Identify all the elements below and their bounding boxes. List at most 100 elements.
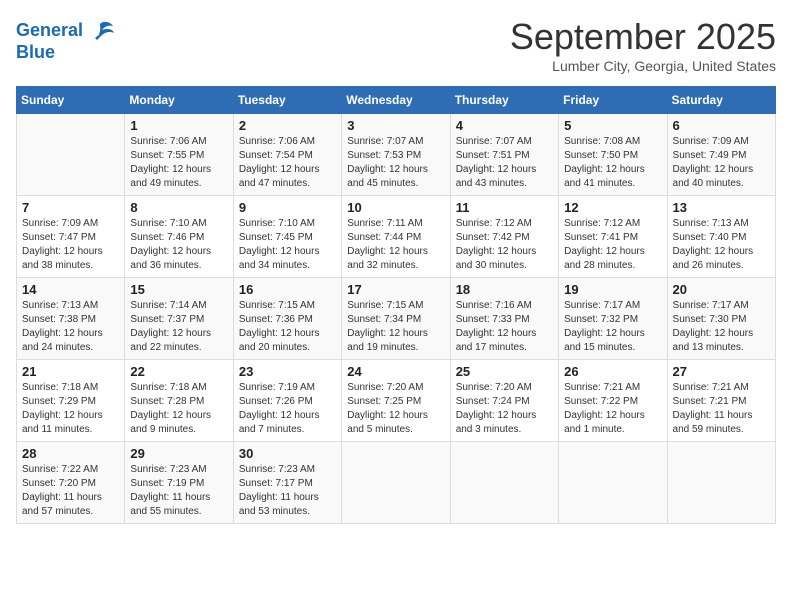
day-info: Sunrise: 7:15 AM Sunset: 7:34 PM Dayligh…: [347, 299, 444, 355]
day-number: 30: [239, 446, 336, 461]
day-number: 3: [347, 118, 444, 133]
day-number: 29: [130, 446, 227, 461]
weekday-header-monday: Monday: [125, 87, 233, 114]
day-number: 21: [22, 364, 119, 379]
day-info: Sunrise: 7:13 AM Sunset: 7:38 PM Dayligh…: [22, 299, 119, 355]
day-number: 22: [130, 364, 227, 379]
location-title: Lumber City, Georgia, United States: [510, 58, 776, 74]
calendar-week-1: 1 Sunrise: 7:06 AM Sunset: 7:55 PM Daylig…: [17, 114, 776, 196]
calendar-cell: 28 Sunrise: 7:22 AM Sunset: 7:20 PM Dayli…: [17, 442, 125, 524]
day-number: 4: [456, 118, 553, 133]
day-number: 19: [564, 282, 661, 297]
day-info: Sunrise: 7:21 AM Sunset: 7:22 PM Dayligh…: [564, 381, 661, 437]
day-number: 23: [239, 364, 336, 379]
calendar-cell: 10 Sunrise: 7:11 AM Sunset: 7:44 PM Dayli…: [342, 196, 450, 278]
day-info: Sunrise: 7:07 AM Sunset: 7:51 PM Dayligh…: [456, 135, 553, 191]
calendar-week-4: 21 Sunrise: 7:18 AM Sunset: 7:29 PM Dayli…: [17, 360, 776, 442]
day-info: Sunrise: 7:18 AM Sunset: 7:29 PM Dayligh…: [22, 381, 119, 437]
day-number: 11: [456, 200, 553, 215]
day-info: Sunrise: 7:12 AM Sunset: 7:42 PM Dayligh…: [456, 217, 553, 273]
logo: General Blue: [16, 16, 115, 64]
day-info: Sunrise: 7:15 AM Sunset: 7:36 PM Dayligh…: [239, 299, 336, 355]
calendar-cell: 12 Sunrise: 7:12 AM Sunset: 7:41 PM Dayli…: [559, 196, 667, 278]
day-number: 7: [22, 200, 119, 215]
day-info: Sunrise: 7:21 AM Sunset: 7:21 PM Dayligh…: [673, 381, 770, 437]
month-title: September 2025: [510, 16, 776, 58]
day-info: Sunrise: 7:19 AM Sunset: 7:26 PM Dayligh…: [239, 381, 336, 437]
day-number: 25: [456, 364, 553, 379]
day-number: 27: [673, 364, 770, 379]
weekday-header-tuesday: Tuesday: [233, 87, 341, 114]
calendar-cell: 15 Sunrise: 7:14 AM Sunset: 7:37 PM Dayli…: [125, 278, 233, 360]
day-number: 15: [130, 282, 227, 297]
calendar-cell: 7 Sunrise: 7:09 AM Sunset: 7:47 PM Daylig…: [17, 196, 125, 278]
day-number: 9: [239, 200, 336, 215]
day-number: 28: [22, 446, 119, 461]
day-number: 1: [130, 118, 227, 133]
calendar-week-2: 7 Sunrise: 7:09 AM Sunset: 7:47 PM Daylig…: [17, 196, 776, 278]
calendar-cell: [667, 442, 775, 524]
day-number: 14: [22, 282, 119, 297]
day-info: Sunrise: 7:09 AM Sunset: 7:49 PM Dayligh…: [673, 135, 770, 191]
day-info: Sunrise: 7:09 AM Sunset: 7:47 PM Dayligh…: [22, 217, 119, 273]
calendar-cell: 19 Sunrise: 7:17 AM Sunset: 7:32 PM Dayli…: [559, 278, 667, 360]
day-number: 17: [347, 282, 444, 297]
calendar-cell: [559, 442, 667, 524]
weekday-header-sunday: Sunday: [17, 87, 125, 114]
calendar-cell: 29 Sunrise: 7:23 AM Sunset: 7:19 PM Dayli…: [125, 442, 233, 524]
day-info: Sunrise: 7:16 AM Sunset: 7:33 PM Dayligh…: [456, 299, 553, 355]
weekday-header-friday: Friday: [559, 87, 667, 114]
weekday-header-saturday: Saturday: [667, 87, 775, 114]
calendar-cell: 5Sunrise: 7:08 AM Sunset: 7:50 PM Daylig…: [559, 114, 667, 196]
day-number: 20: [673, 282, 770, 297]
calendar-cell: 1 Sunrise: 7:06 AM Sunset: 7:55 PM Daylig…: [125, 114, 233, 196]
calendar-week-3: 14 Sunrise: 7:13 AM Sunset: 7:38 PM Dayli…: [17, 278, 776, 360]
calendar-cell: 21 Sunrise: 7:18 AM Sunset: 7:29 PM Dayli…: [17, 360, 125, 442]
day-info: Sunrise: 7:06 AM Sunset: 7:55 PM Dayligh…: [130, 135, 227, 191]
calendar-cell: 4 Sunrise: 7:07 AM Sunset: 7:51 PM Daylig…: [450, 114, 558, 196]
calendar-cell: 8Sunrise: 7:10 AM Sunset: 7:46 PM Daylig…: [125, 196, 233, 278]
header-row: SundayMondayTuesdayWednesdayThursdayFrid…: [17, 87, 776, 114]
logo-subtext: Blue: [16, 42, 55, 64]
logo-bird-icon: [85, 16, 115, 46]
day-info: Sunrise: 7:18 AM Sunset: 7:28 PM Dayligh…: [130, 381, 227, 437]
title-area: September 2025 Lumber City, Georgia, Uni…: [510, 16, 776, 74]
weekday-header-wednesday: Wednesday: [342, 87, 450, 114]
calendar-cell: 2Sunrise: 7:06 AM Sunset: 7:54 PM Daylig…: [233, 114, 341, 196]
day-number: 18: [456, 282, 553, 297]
day-number: 13: [673, 200, 770, 215]
day-number: 12: [564, 200, 661, 215]
calendar-cell: 13Sunrise: 7:13 AM Sunset: 7:40 PM Dayli…: [667, 196, 775, 278]
day-info: Sunrise: 7:23 AM Sunset: 7:17 PM Dayligh…: [239, 463, 336, 519]
day-info: Sunrise: 7:07 AM Sunset: 7:53 PM Dayligh…: [347, 135, 444, 191]
day-info: Sunrise: 7:12 AM Sunset: 7:41 PM Dayligh…: [564, 217, 661, 273]
day-info: Sunrise: 7:08 AM Sunset: 7:50 PM Dayligh…: [564, 135, 661, 191]
calendar-cell: 26 Sunrise: 7:21 AM Sunset: 7:22 PM Dayli…: [559, 360, 667, 442]
calendar-cell: 14 Sunrise: 7:13 AM Sunset: 7:38 PM Dayli…: [17, 278, 125, 360]
day-info: Sunrise: 7:20 AM Sunset: 7:24 PM Dayligh…: [456, 381, 553, 437]
day-number: 8: [130, 200, 227, 215]
day-number: 6: [673, 118, 770, 133]
calendar-week-5: 28 Sunrise: 7:22 AM Sunset: 7:20 PM Dayli…: [17, 442, 776, 524]
day-number: 26: [564, 364, 661, 379]
calendar-cell: [342, 442, 450, 524]
day-number: 16: [239, 282, 336, 297]
day-info: Sunrise: 7:11 AM Sunset: 7:44 PM Dayligh…: [347, 217, 444, 273]
day-info: Sunrise: 7:22 AM Sunset: 7:20 PM Dayligh…: [22, 463, 119, 519]
day-number: 10: [347, 200, 444, 215]
day-info: Sunrise: 7:23 AM Sunset: 7:19 PM Dayligh…: [130, 463, 227, 519]
calendar-cell: 30 Sunrise: 7:23 AM Sunset: 7:17 PM Dayli…: [233, 442, 341, 524]
day-info: Sunrise: 7:17 AM Sunset: 7:32 PM Dayligh…: [564, 299, 661, 355]
logo-text: General: [16, 20, 83, 42]
calendar-cell: 25 Sunrise: 7:20 AM Sunset: 7:24 PM Dayli…: [450, 360, 558, 442]
calendar-cell: 16 Sunrise: 7:15 AM Sunset: 7:36 PM Dayli…: [233, 278, 341, 360]
calendar-cell: 11 Sunrise: 7:12 AM Sunset: 7:42 PM Dayli…: [450, 196, 558, 278]
day-info: Sunrise: 7:14 AM Sunset: 7:37 PM Dayligh…: [130, 299, 227, 355]
calendar-cell: 6 Sunrise: 7:09 AM Sunset: 7:49 PM Daylig…: [667, 114, 775, 196]
calendar-cell: 20Sunrise: 7:17 AM Sunset: 7:30 PM Dayli…: [667, 278, 775, 360]
calendar-cell: 9Sunrise: 7:10 AM Sunset: 7:45 PM Daylig…: [233, 196, 341, 278]
calendar-cell: 23 Sunrise: 7:19 AM Sunset: 7:26 PM Dayli…: [233, 360, 341, 442]
day-info: Sunrise: 7:20 AM Sunset: 7:25 PM Dayligh…: [347, 381, 444, 437]
calendar-cell: 22 Sunrise: 7:18 AM Sunset: 7:28 PM Dayli…: [125, 360, 233, 442]
day-info: Sunrise: 7:06 AM Sunset: 7:54 PM Dayligh…: [239, 135, 336, 191]
